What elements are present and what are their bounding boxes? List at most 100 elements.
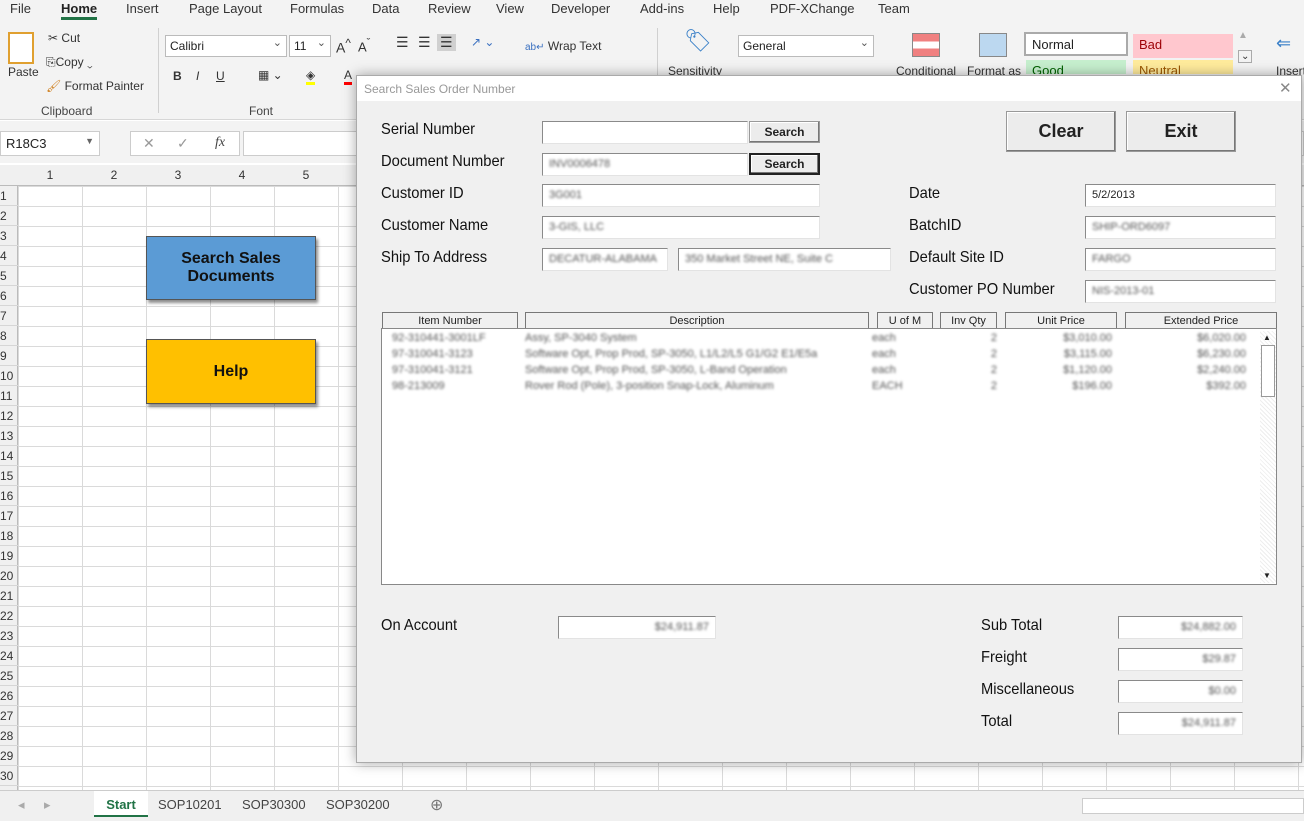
row-header[interactable]: 19 bbox=[0, 546, 18, 566]
row-header[interactable]: 24 bbox=[0, 646, 18, 666]
increase-font-icon[interactable]: A^ bbox=[336, 37, 351, 56]
tab-file[interactable]: File bbox=[10, 1, 31, 16]
row-header[interactable]: 10 bbox=[0, 366, 18, 386]
row-header[interactable]: 17 bbox=[0, 506, 18, 526]
row-header[interactable]: 7 bbox=[0, 306, 18, 326]
column-header-extended-price[interactable]: Extended Price bbox=[1125, 312, 1277, 329]
column-header-item-number[interactable]: Item Number bbox=[382, 312, 518, 329]
column-header[interactable]: 4 bbox=[210, 168, 274, 182]
row-header[interactable]: 4 bbox=[0, 246, 18, 266]
borders-icon[interactable]: ▦ ⌄ bbox=[258, 68, 283, 82]
row-header[interactable]: 3 bbox=[0, 226, 18, 246]
orientation-icon[interactable]: ↗ ⌄ bbox=[471, 35, 494, 49]
customer-id-input[interactable]: 3G001 bbox=[542, 184, 820, 207]
row-header[interactable]: 1 bbox=[0, 186, 18, 206]
style-bad[interactable]: Bad bbox=[1133, 34, 1233, 58]
row-header[interactable]: 15 bbox=[0, 466, 18, 486]
font-name-select[interactable]: Calibri bbox=[165, 35, 287, 57]
number-format-select[interactable]: General bbox=[738, 35, 874, 57]
align-top-icon[interactable]: ☰ bbox=[396, 34, 409, 51]
scroll-down-icon[interactable]: ▼ bbox=[1263, 571, 1271, 580]
row-header[interactable]: 30 bbox=[0, 766, 18, 786]
insert-cells-icon[interactable]: ⇐ bbox=[1276, 33, 1291, 54]
tab-view[interactable]: View bbox=[496, 1, 524, 16]
document-number-input[interactable]: INV0006478 bbox=[542, 153, 748, 176]
total-input[interactable]: $24,911.87 bbox=[1118, 712, 1243, 735]
column-header-description[interactable]: Description bbox=[525, 312, 869, 329]
insert-function-icon[interactable]: fx bbox=[215, 135, 225, 151]
row-header[interactable]: 25 bbox=[0, 666, 18, 686]
row-header[interactable]: 13 bbox=[0, 426, 18, 446]
search-document-button[interactable]: Search bbox=[749, 153, 820, 175]
tab-developer[interactable]: Developer bbox=[551, 1, 610, 16]
font-size-select[interactable]: 11 bbox=[289, 35, 331, 57]
scroll-tabs-right-icon[interactable]: ▸ bbox=[44, 797, 51, 813]
vertical-scrollbar[interactable]: ▲ ▼ bbox=[1260, 331, 1276, 583]
date-input[interactable]: 5/2/2013 bbox=[1085, 184, 1276, 207]
font-color-icon[interactable]: A bbox=[344, 68, 353, 85]
sheet-tab-sop10201[interactable]: SOP10201 bbox=[158, 797, 222, 812]
sub-total-input[interactable]: $24,882.00 bbox=[1118, 616, 1243, 639]
ship-to-street-input[interactable]: 350 Market Street NE, Suite C bbox=[678, 248, 891, 271]
exit-button[interactable]: Exit bbox=[1126, 111, 1236, 152]
freight-input[interactable]: $29.87 bbox=[1118, 648, 1243, 671]
tab-formulas[interactable]: Formulas bbox=[290, 1, 344, 16]
conditional-formatting-icon[interactable] bbox=[912, 33, 940, 57]
customer-name-input[interactable]: 3-GIS, LLC bbox=[542, 216, 820, 239]
row-header[interactable]: 18 bbox=[0, 526, 18, 546]
name-box[interactable]: R18C3 ▼ bbox=[0, 131, 100, 156]
miscellaneous-input[interactable]: $0.00 bbox=[1118, 680, 1243, 703]
style-neutral[interactable]: Neutral bbox=[1133, 60, 1233, 74]
tab-pdf-xchange[interactable]: PDF-XChange bbox=[770, 1, 855, 16]
style-good[interactable]: Good bbox=[1026, 60, 1126, 74]
row-header[interactable]: 27 bbox=[0, 706, 18, 726]
column-header-inv-qty[interactable]: Inv Qty bbox=[940, 312, 997, 329]
tab-review[interactable]: Review bbox=[428, 1, 471, 16]
default-site-id-input[interactable]: FARGO bbox=[1085, 248, 1276, 271]
row-header[interactable]: 12 bbox=[0, 406, 18, 426]
paste-button[interactable]: Paste bbox=[8, 65, 39, 79]
clear-button[interactable]: Clear bbox=[1006, 111, 1116, 152]
row-header[interactable]: 26 bbox=[0, 686, 18, 706]
align-middle-icon[interactable]: ☰ bbox=[418, 34, 431, 51]
list-row[interactable]: 92-310441-3001LF Assy, SP-3040 System each… bbox=[382, 332, 1258, 348]
row-header[interactable]: 8 bbox=[0, 326, 18, 346]
customer-po-number-input[interactable]: NIS-2013-01 bbox=[1085, 280, 1276, 303]
row-header[interactable]: 23 bbox=[0, 626, 18, 646]
tab-page-layout[interactable]: Page Layout bbox=[189, 1, 262, 16]
list-row[interactable]: 97-310041-3123 Software Opt, Prop Prod, S… bbox=[382, 348, 1258, 364]
tab-help[interactable]: Help bbox=[713, 1, 740, 16]
row-header[interactable]: 14 bbox=[0, 446, 18, 466]
cancel-icon[interactable]: ✕ bbox=[143, 135, 155, 152]
bold-button[interactable]: B bbox=[173, 69, 182, 83]
add-sheet-icon[interactable]: ⊕ bbox=[430, 795, 443, 815]
search-sales-documents-button[interactable]: Search Sales Documents bbox=[146, 236, 316, 300]
wrap-text-button[interactable]: ab↵ Wrap Text bbox=[525, 39, 601, 53]
sensitivity-icon[interactable]: 🏷 bbox=[684, 28, 712, 54]
row-header[interactable]: 6 bbox=[0, 286, 18, 306]
style-normal[interactable]: Normal bbox=[1024, 32, 1128, 56]
fill-color-icon[interactable]: ◈ bbox=[306, 68, 316, 85]
format-as-table-icon[interactable] bbox=[979, 33, 1007, 57]
column-header[interactable]: 5 bbox=[274, 168, 338, 182]
column-header[interactable]: 1 bbox=[18, 168, 82, 182]
batch-id-input[interactable]: SHIP-ORD6097 bbox=[1085, 216, 1276, 239]
search-serial-button[interactable]: Search bbox=[749, 121, 820, 143]
tab-data[interactable]: Data bbox=[372, 1, 399, 16]
styles-scroll-up-icon[interactable]: ▲ bbox=[1238, 30, 1248, 41]
row-header[interactable]: 22 bbox=[0, 606, 18, 626]
styles-scroll-down-icon[interactable]: ⌄ bbox=[1238, 50, 1253, 63]
column-header-unit-price[interactable]: Unit Price bbox=[1005, 312, 1117, 329]
format-painter-button[interactable]: 🖌 Format Painter bbox=[46, 79, 144, 93]
scroll-tabs-left-icon[interactable]: ◂ bbox=[18, 797, 25, 813]
help-button[interactable]: Help bbox=[146, 339, 316, 404]
tab-insert[interactable]: Insert bbox=[126, 1, 159, 16]
row-header[interactable]: 21 bbox=[0, 586, 18, 606]
tab-home[interactable]: Home bbox=[61, 1, 98, 20]
row-header[interactable]: 9 bbox=[0, 346, 18, 366]
list-row[interactable]: 97-310041-3121 Software Opt, Prop Prod, S… bbox=[382, 364, 1258, 380]
enter-icon[interactable]: ✓ bbox=[177, 135, 189, 152]
column-header[interactable]: 3 bbox=[146, 168, 210, 182]
sheet-tab-sop30300[interactable]: SOP30300 bbox=[242, 797, 306, 812]
horizontal-scrollbar[interactable] bbox=[1082, 798, 1304, 814]
